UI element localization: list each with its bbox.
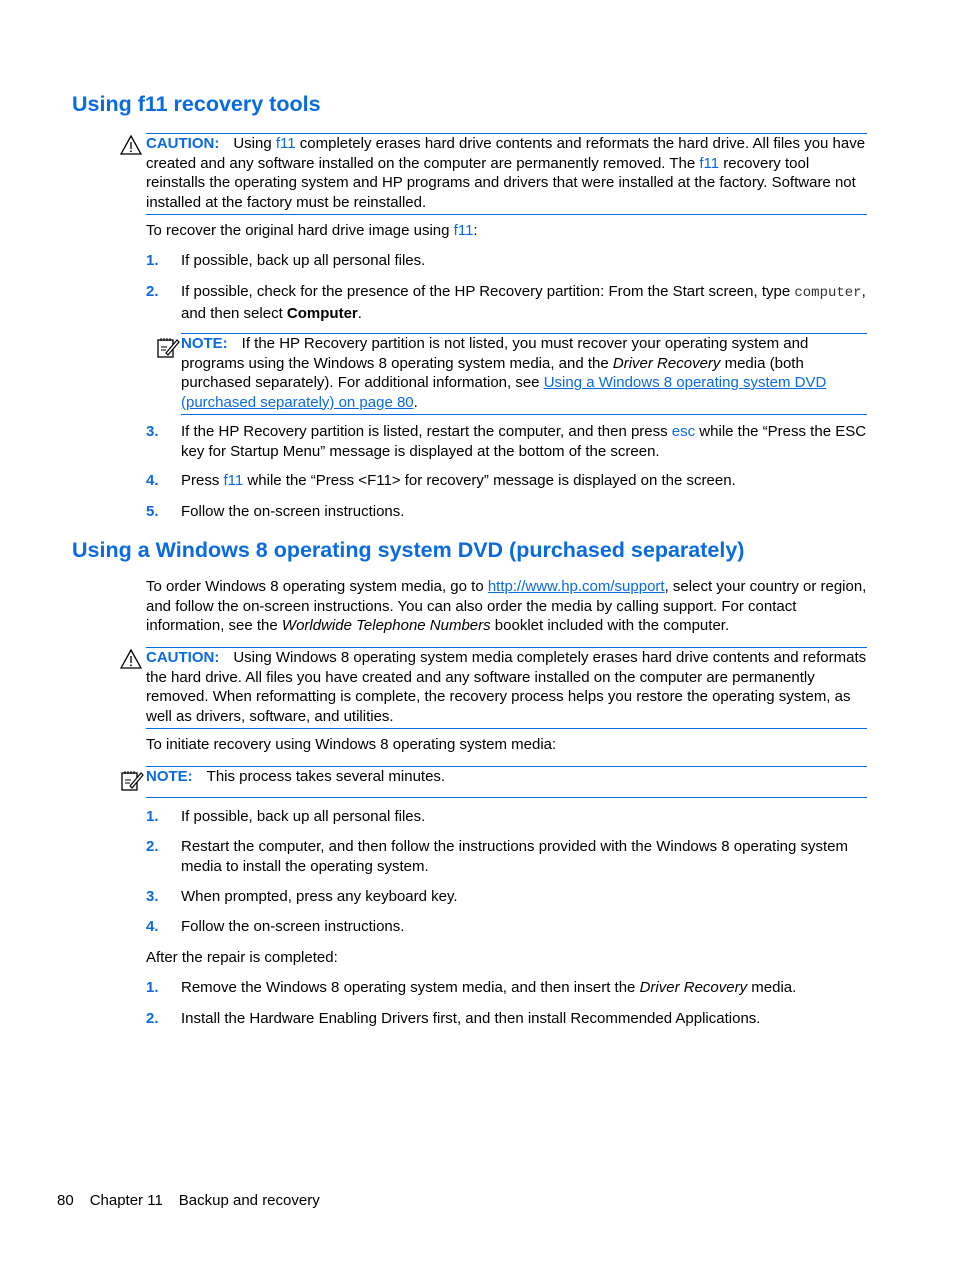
- list-item: 1. If possible, back up all personal file…: [146, 252, 426, 269]
- chapter-title: Backup and recovery: [178, 1192, 320, 1209]
- note-pencil-icon: [121, 771, 144, 791]
- list-item: 1. If possible, back up all personal file…: [146, 808, 426, 825]
- note-label: NOTE:: [146, 768, 193, 785]
- hp-support-link[interactable]: http://www.hp.com/support: [488, 578, 665, 595]
- list-item: 2. Restart the computer, and then follow …: [146, 838, 849, 875]
- list-item: 1. Remove the Windows 8 operating system …: [146, 979, 797, 996]
- key-esc: esc: [671, 423, 696, 440]
- list-item: 5. Follow the on-screen instructions.: [146, 503, 405, 520]
- note-pencil-icon: [157, 338, 180, 358]
- section-heading-f11-recovery: Using f11 recovery tools: [72, 92, 321, 116]
- caution-box-f11: CAUTION: Using f11 completely erases hard…: [146, 133, 867, 215]
- note-box-recovery-partition: NOTE: If the HP Recovery partition is not…: [181, 333, 867, 415]
- page-footer: 80 Chapter 11 Backup and recovery: [57, 1192, 336, 1209]
- list-item: 2. If possible, check for the presence of…: [146, 283, 866, 322]
- warning-triangle-icon: [120, 649, 142, 669]
- list-item: 4. Follow the on-screen instructions.: [146, 918, 405, 935]
- caution-label: CAUTION:: [146, 649, 220, 666]
- order-media-paragraph: To order Windows 8 operating system medi…: [146, 578, 867, 634]
- key-f11: f11: [699, 154, 720, 172]
- caution-box-windows8-media: CAUTION: Using Windows 8 operating system…: [146, 647, 867, 729]
- note-label: NOTE:: [181, 335, 228, 352]
- list-item: 4. Press f11 while the “Press <F11> for r…: [146, 472, 736, 489]
- section-heading-windows8-dvd: Using a Windows 8 operating system DVD (…: [72, 538, 745, 562]
- key-f11: f11: [453, 222, 474, 239]
- key-f11: f11: [275, 135, 296, 152]
- list-item: 3. If the HP Recovery partition is listed…: [146, 423, 867, 460]
- after-repair-paragraph: After the repair is completed:: [146, 949, 338, 966]
- typed-command: computer: [794, 285, 862, 301]
- key-f11: f11: [223, 472, 244, 489]
- page-number: 80: [57, 1192, 74, 1209]
- list-item: 3. When prompted, press any keyboard key.: [146, 888, 458, 905]
- intro-paragraph: To recover the original hard drive image…: [146, 222, 478, 239]
- note-box-process-time: NOTE: This process takes several minutes.: [146, 766, 867, 798]
- list-item: 2. Install the Hardware Enabling Drivers …: [146, 1010, 761, 1027]
- chapter-label: Chapter 11: [89, 1192, 163, 1209]
- caution-label: CAUTION:: [146, 135, 220, 152]
- warning-triangle-icon: [120, 135, 142, 155]
- initiate-paragraph: To initiate recovery using Windows 8 ope…: [146, 736, 557, 753]
